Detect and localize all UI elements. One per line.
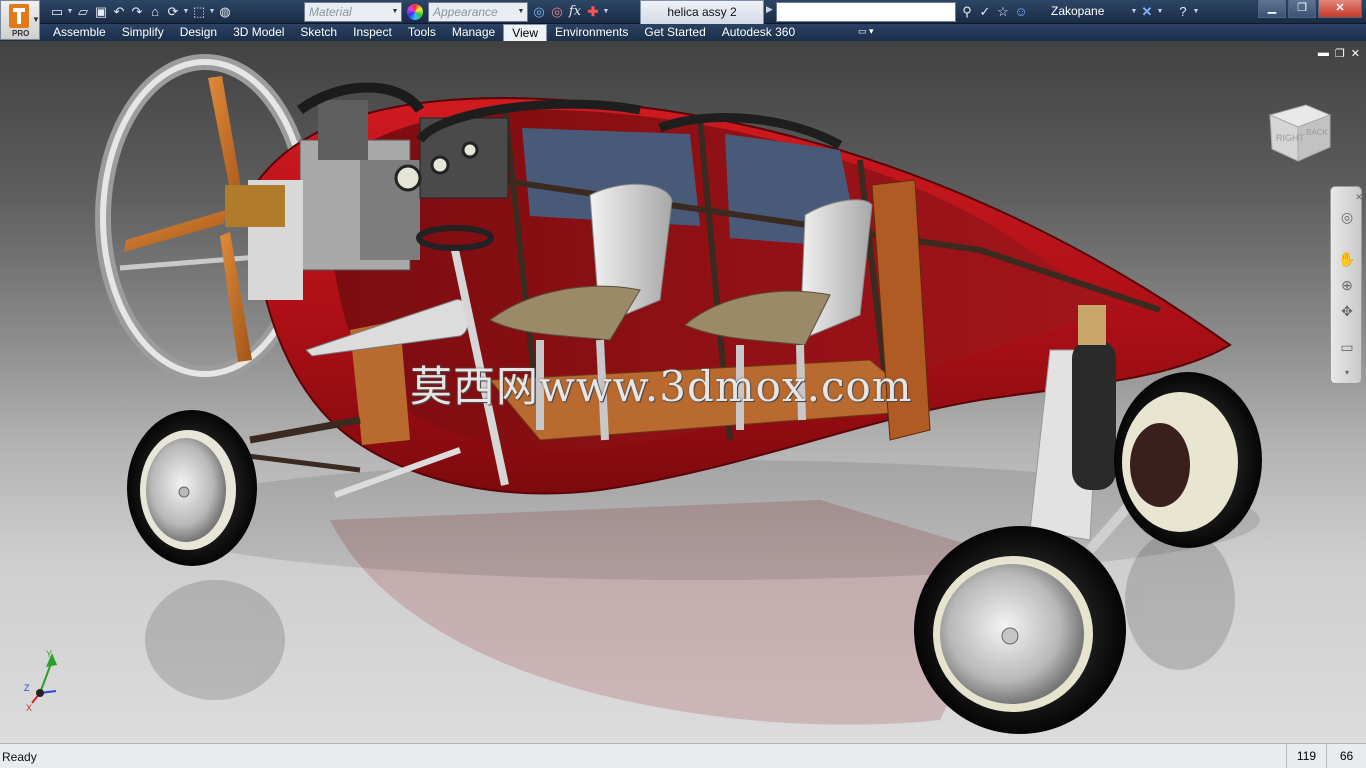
steering-wheel-icon[interactable]: ◎ <box>1337 207 1357 227</box>
viewcube[interactable]: RIGHT BACK <box>1268 101 1332 163</box>
status-message: Ready <box>2 750 37 764</box>
chevron-down-icon[interactable]: ▼ <box>1130 3 1138 21</box>
viewport-close-button[interactable]: ✕ <box>1351 47 1360 60</box>
ribbon-tabs: Assemble Simplify Design 3D Model Sketch Insp… <box>45 24 803 41</box>
maximize-button[interactable]: ❐ <box>1288 0 1316 18</box>
signed-in-user[interactable]: Zakopane <box>1051 4 1104 18</box>
subscription-icon[interactable]: ✓ <box>976 3 994 21</box>
quick-access-toolbar-right: ◎ ◎ fx ✚ ▼ <box>530 3 610 21</box>
appearance-value: Appearance <box>433 5 498 19</box>
inventor-logo-icon <box>9 4 29 28</box>
ribbon-tab-view[interactable]: View <box>503 24 547 41</box>
ilogic-plus-icon[interactable]: ✚ <box>584 3 602 21</box>
watermark-text: 莫西网www.3dmox.com <box>410 362 913 411</box>
status-occurrence-count: 119 <box>1286 744 1326 768</box>
home-icon[interactable]: ⌂ <box>146 3 164 21</box>
chevron-down-icon: ▼ <box>391 8 399 15</box>
coordinate-triad: Y Z X <box>24 649 57 713</box>
customize-chevron-icon[interactable]: ▾ <box>1337 363 1357 383</box>
binoculars-icon[interactable]: ⚲ <box>958 3 976 21</box>
chevron-down-icon[interactable]: ▼ <box>1192 3 1200 21</box>
star-icon[interactable]: ☆ <box>994 3 1012 21</box>
ribbon-tab-tools[interactable]: Tools <box>400 24 444 41</box>
ribbon-tab-sketch[interactable]: Sketch <box>292 24 345 41</box>
orbit-icon[interactable]: ✥ <box>1337 301 1357 321</box>
search-input[interactable] <box>776 2 956 22</box>
minimize-button[interactable]: ▁ <box>1258 0 1286 18</box>
viewport-minimize-button[interactable]: ▬ <box>1318 47 1329 60</box>
color-wheel-icon[interactable]: ◍ <box>216 3 234 21</box>
edition-label: PRO <box>12 29 30 38</box>
document-tab[interactable]: helica assy 2 <box>640 0 764 24</box>
ribbon-tab-autodesk-360[interactable]: Autodesk 360 <box>714 24 803 41</box>
select-icon[interactable]: ⬚ <box>190 3 208 21</box>
status-bar: Ready 119 66 <box>0 743 1366 768</box>
adjust-appearance-icon[interactable]: ◎ <box>548 3 566 21</box>
parameters-fx-icon[interactable]: fx <box>566 3 584 21</box>
chevron-down-icon: ▼ <box>32 15 40 24</box>
title-bar: PRO ▼ ▭ ▼ ▱ ▣ ↶ ↷ ⌂ ⟳ ▼ ⬚ ▼ ◍ Material ▼… <box>0 0 1366 40</box>
redo-icon[interactable]: ↷ <box>128 3 146 21</box>
zoom-icon[interactable]: ⊕ <box>1337 275 1357 295</box>
undo-icon[interactable]: ↶ <box>110 3 128 21</box>
material-value: Material <box>309 5 352 19</box>
ribbon-display-toggle[interactable]: ▭ ▾ <box>858 26 874 37</box>
close-icon[interactable]: ✕ <box>1355 187 1363 207</box>
y-axis-label: Y <box>46 649 52 659</box>
user-toolbar: ▼ ✕ ▼ ? ▼ <box>1130 3 1200 21</box>
viewport-restore-button[interactable]: ❐ <box>1335 47 1345 60</box>
x-axis-label: X <box>26 703 32 713</box>
help-toolbar: ⚲ ✓ ☆ ☺ <box>958 3 1030 21</box>
update-icon[interactable]: ⟳ <box>164 3 182 21</box>
close-button[interactable]: ✕ <box>1318 0 1362 18</box>
rear-far-wheel <box>1114 372 1262 548</box>
ribbon-tab-3d-model[interactable]: 3D Model <box>225 24 292 41</box>
chevron-right-icon[interactable]: ▶ <box>766 4 773 15</box>
application-menu-button[interactable]: PRO ▼ <box>0 0 40 40</box>
user-icon[interactable]: ☺ <box>1012 3 1030 21</box>
status-open-documents: 66 <box>1326 744 1366 768</box>
chevron-down-icon: ▼ <box>517 8 525 15</box>
pan-hand-icon[interactable]: ✋ <box>1337 249 1357 269</box>
chevron-down-icon[interactable]: ▼ <box>66 3 74 21</box>
new-file-icon[interactable]: ▭ <box>48 3 66 21</box>
z-axis-label: Z <box>24 683 30 693</box>
chevron-down-icon[interactable]: ▼ <box>208 3 216 21</box>
exchange-x-icon[interactable]: ✕ <box>1138 3 1156 21</box>
rear-near-wheel <box>914 526 1126 734</box>
ribbon-tab-inspect[interactable]: Inspect <box>345 24 400 41</box>
appearance-dropdown[interactable]: Appearance ▼ <box>428 2 528 22</box>
ribbon-tab-environments[interactable]: Environments <box>547 24 636 41</box>
navigation-bar: ✕ ◎ ✋ ⊕ ✥ ▭ ▾ <box>1330 186 1363 384</box>
look-at-icon[interactable]: ▭ <box>1337 337 1357 357</box>
chevron-down-icon[interactable]: ▼ <box>1156 3 1164 21</box>
front-wheel <box>127 410 257 566</box>
viewcube-right-label: RIGHT <box>1276 133 1305 143</box>
ribbon-tab-bar: Assemble Simplify Design 3D Model Sketch Insp… <box>0 24 1366 41</box>
quick-access-toolbar: ▭ ▼ ▱ ▣ ↶ ↷ ⌂ ⟳ ▼ ⬚ ▼ ◍ <box>48 3 234 21</box>
chevron-down-icon[interactable]: ▼ <box>602 3 610 21</box>
open-folder-icon[interactable]: ▱ <box>74 3 92 21</box>
graphics-viewport[interactable]: ▬ ❐ ✕ 莫西网www.3dmox.com RIGHT BACK ✕ ◎ ✋ … <box>0 41 1366 743</box>
clear-appearance-icon[interactable]: ◎ <box>530 3 548 21</box>
ribbon-tab-get-started[interactable]: Get Started <box>636 24 713 41</box>
window-controls: ▁ ❐ ✕ <box>1256 0 1362 18</box>
chevron-down-icon[interactable]: ▼ <box>182 3 190 21</box>
ribbon-tab-simplify[interactable]: Simplify <box>114 24 172 41</box>
save-icon[interactable]: ▣ <box>92 3 110 21</box>
viewcube-back-label: BACK <box>1306 128 1328 137</box>
viewport-window-controls: ▬ ❐ ✕ <box>1318 47 1360 60</box>
appearance-ball-icon[interactable] <box>405 3 425 21</box>
material-dropdown[interactable]: Material ▼ <box>304 2 402 22</box>
ribbon-tab-assemble[interactable]: Assemble <box>45 24 114 41</box>
help-icon[interactable]: ? <box>1174 3 1192 21</box>
ribbon-tab-manage[interactable]: Manage <box>444 24 503 41</box>
ribbon-tab-design[interactable]: Design <box>172 24 225 41</box>
